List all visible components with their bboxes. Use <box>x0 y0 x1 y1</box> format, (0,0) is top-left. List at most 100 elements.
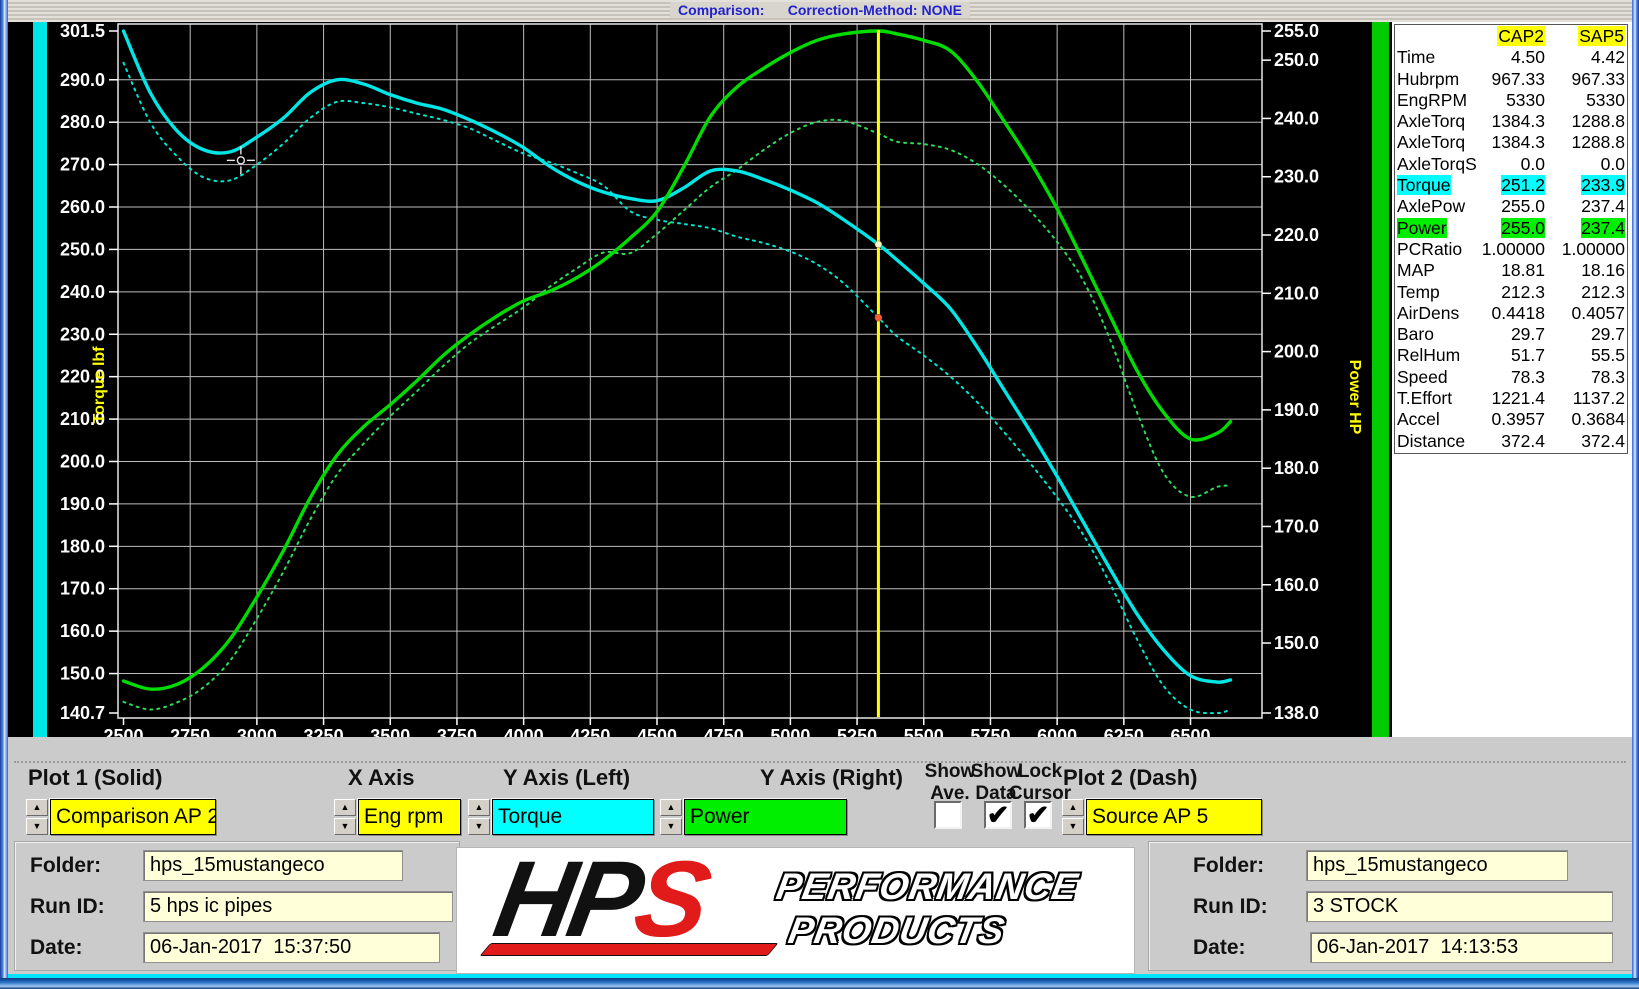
hps-logo-line2: PRODUCTS <box>785 910 1008 952</box>
yaxis-left-select[interactable]: Torque <box>492 799 654 835</box>
run1-date-label: Date: <box>30 936 83 960</box>
run1-folder-field[interactable]: hps_15mustangeco <box>143 850 403 881</box>
live-data-panel: CAP2SAP5Time4.504.42Hubrpm967.33967.33En… <box>1392 22 1632 737</box>
svg-text:190.0: 190.0 <box>60 494 105 514</box>
table-row: AxleTorq1384.31288.8 <box>1397 111 1625 132</box>
plot2-spinner-up-button[interactable]: ▲ <box>1062 799 1084 816</box>
yaxis-left-spinner-up-button[interactable]: ▲ <box>468 799 490 816</box>
svg-text:260.0: 260.0 <box>60 197 105 217</box>
run2-runid-label: Run ID: <box>1193 895 1268 919</box>
table-row: Torque251.2233.9 <box>1397 175 1625 196</box>
svg-text:138.0: 138.0 <box>1274 703 1319 723</box>
hps-logo-line1: PERFORMANCE <box>773 866 1081 908</box>
cursor-marker <box>875 314 882 321</box>
svg-text:140.7: 140.7 <box>60 703 105 723</box>
right-axis-title: Power HP <box>1346 360 1363 435</box>
run1-runid-field[interactable]: 5 hps ic pipes <box>143 891 453 922</box>
svg-text:250.0: 250.0 <box>60 239 105 259</box>
solid-curve <box>124 31 1231 682</box>
svg-text:6500: 6500 <box>1170 726 1210 737</box>
yaxis-right-spinner: ▲ ▼ <box>660 799 682 835</box>
show-ave-checkbox[interactable] <box>934 801 962 829</box>
window-border-left <box>0 0 8 989</box>
svg-text:180.0: 180.0 <box>1274 458 1319 478</box>
xaxis-select[interactable]: Eng rpm <box>358 799 461 835</box>
svg-text:160.0: 160.0 <box>1274 575 1319 595</box>
right-accent-bar <box>1372 22 1389 737</box>
plot1-label: Plot 1 (Solid) <box>28 765 162 791</box>
show-data-checkbox[interactable]: ✔ <box>984 801 1012 829</box>
svg-text:240.0: 240.0 <box>60 282 105 302</box>
plot2-spinner-down-button[interactable]: ▼ <box>1062 818 1084 835</box>
svg-text:3250: 3250 <box>304 726 344 737</box>
svg-text:3000: 3000 <box>237 726 277 737</box>
run2-date-label: Date: <box>1193 936 1246 960</box>
plot1-spinner-up-button[interactable]: ▲ <box>26 799 48 816</box>
svg-text:5750: 5750 <box>970 726 1010 737</box>
svg-text:4500: 4500 <box>637 726 677 737</box>
svg-text:210.0: 210.0 <box>1274 283 1319 303</box>
yaxis-right-spinner-up-button[interactable]: ▲ <box>660 799 682 816</box>
table-header-row: CAP2SAP5 <box>1397 26 1625 47</box>
left-accent-bar <box>33 22 47 737</box>
table-row: AxlePow255.0237.4 <box>1397 196 1625 217</box>
svg-text:150.0: 150.0 <box>60 664 105 684</box>
run2-date-field[interactable]: 06-Jan-2017 14:13:53 <box>1310 932 1613 963</box>
plot2-select[interactable]: Source AP 5 <box>1086 799 1262 835</box>
dyno-chart[interactable]: 301.5290.0280.0270.0260.0250.0240.0230.0… <box>8 22 1392 737</box>
lock-cursor-checkbox[interactable]: ✔ <box>1024 801 1052 829</box>
plot1-select[interactable]: Comparison AP 2 <box>50 799 216 835</box>
run2-folder-label: Folder: <box>1193 854 1264 878</box>
dyno-app-window: Comparison: Correction-Method: NONE 301.… <box>0 0 1639 989</box>
svg-text:6000: 6000 <box>1037 726 1077 737</box>
svg-text:170.0: 170.0 <box>60 579 105 599</box>
svg-text:240.0: 240.0 <box>1274 108 1319 128</box>
svg-text:2750: 2750 <box>170 726 210 737</box>
table-row: Power255.0237.4 <box>1397 218 1625 239</box>
table-row: PCRatio1.000001.00000 <box>1397 239 1625 260</box>
svg-text:200.0: 200.0 <box>1274 342 1319 362</box>
table-row: EngRPM53305330 <box>1397 90 1625 111</box>
table-row: AxleTorq1384.31288.8 <box>1397 132 1625 153</box>
hps-logo: HPS PERFORMANCE PRODUCTS <box>456 847 1135 974</box>
svg-text:230.0: 230.0 <box>1274 167 1319 187</box>
svg-text:4750: 4750 <box>704 726 744 737</box>
svg-text:150.0: 150.0 <box>1274 633 1319 653</box>
svg-text:250.0: 250.0 <box>1274 50 1319 70</box>
table-row: Hubrpm967.33967.33 <box>1397 69 1625 90</box>
xaxis-spinner-down-button[interactable]: ▼ <box>334 818 356 835</box>
xaxis-label: X Axis <box>348 765 414 791</box>
table-row: T.Effort1221.41137.2 <box>1397 388 1625 409</box>
xaxis-spinner: ▲ ▼ <box>334 799 356 835</box>
run2-folder-field[interactable]: hps_15mustangeco <box>1306 850 1568 881</box>
run1-folder-label: Folder: <box>30 854 101 878</box>
dashed-curve <box>124 120 1231 710</box>
table-row: AirDens0.44180.4057 <box>1397 303 1625 324</box>
svg-text:4250: 4250 <box>570 726 610 737</box>
xaxis-spinner-up-button[interactable]: ▲ <box>334 799 356 816</box>
svg-text:160.0: 160.0 <box>60 621 105 641</box>
svg-text:180.0: 180.0 <box>60 536 105 556</box>
left-axis-title: Torque lbf <box>91 346 108 424</box>
run1-date-field[interactable]: 06-Jan-2017 15:37:50 <box>143 932 440 963</box>
yaxis-left-spinner-down-button[interactable]: ▼ <box>468 818 490 835</box>
table-row: Accel0.39570.3684 <box>1397 409 1625 430</box>
solid-curve <box>124 31 1231 689</box>
plot2-spinner: ▲ ▼ <box>1062 799 1084 835</box>
run2-runid-field[interactable]: 3 STOCK <box>1306 891 1613 922</box>
yaxis-right-select[interactable]: Power <box>684 799 847 835</box>
live-data-table: CAP2SAP5Time4.504.42Hubrpm967.33967.33En… <box>1394 24 1628 454</box>
plot1-spinner-down-button[interactable]: ▼ <box>26 818 48 835</box>
svg-text:270.0: 270.0 <box>60 155 105 175</box>
svg-text:3750: 3750 <box>437 726 477 737</box>
yaxis-right-spinner-down-button[interactable]: ▼ <box>660 818 682 835</box>
mouse-crosshair <box>237 157 244 164</box>
plot1-spinner: ▲ ▼ <box>26 799 48 835</box>
yaxis-left-label: Y Axis (Left) <box>503 765 630 791</box>
table-row: AxleTorqS0.00.0 <box>1397 154 1625 175</box>
svg-text:6250: 6250 <box>1104 726 1144 737</box>
table-row: RelHum51.755.5 <box>1397 345 1625 366</box>
window-border-right <box>1632 0 1639 989</box>
svg-text:5250: 5250 <box>837 726 877 737</box>
title-bar-text: Comparison: Correction-Method: NONE <box>670 2 970 18</box>
